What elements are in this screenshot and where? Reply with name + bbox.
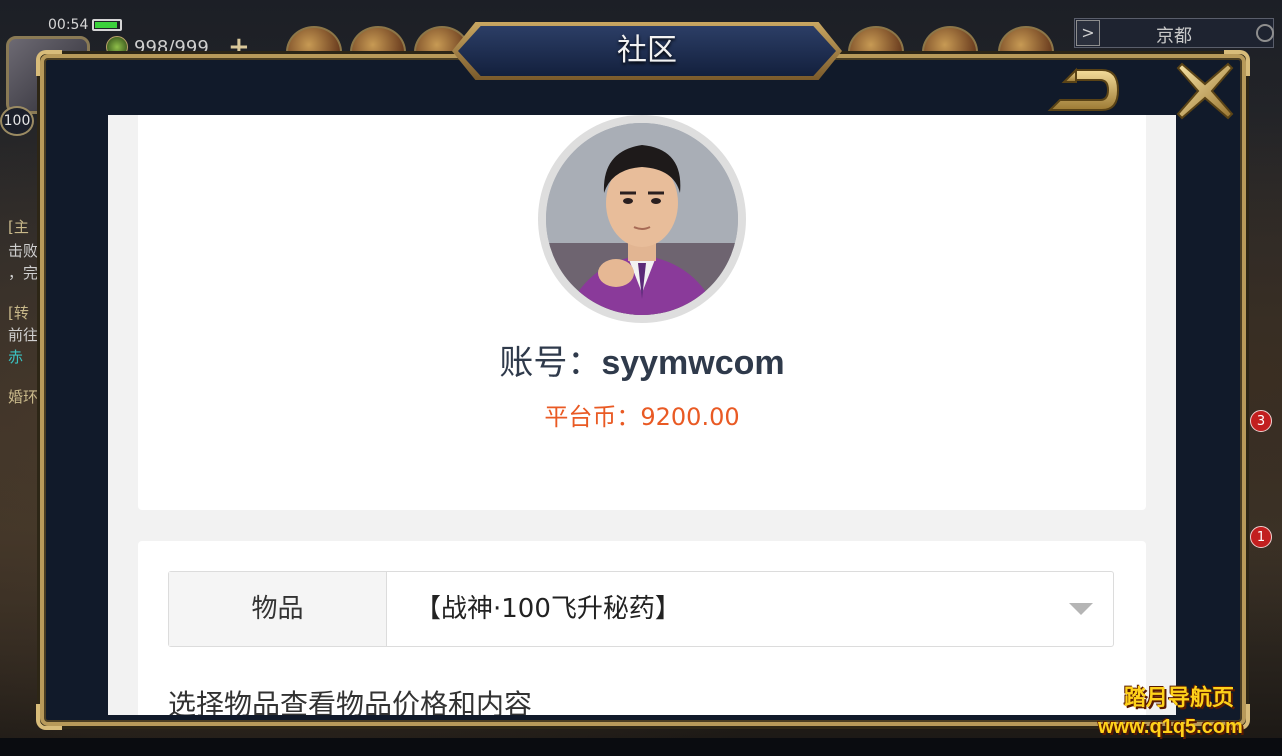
profile-card: 账号：syymwcom 平台币：9200.00: [138, 115, 1146, 510]
coins-label: 平台币：: [544, 403, 641, 431]
item-dropdown-value: 【战神·100飞升秘药】: [415, 594, 681, 624]
item-select-row: 物品 【战神·100飞升秘药】: [168, 571, 1114, 647]
item-dropdown[interactable]: 【战神·100飞升秘药】: [387, 572, 1113, 646]
community-webview: 账号：syymwcom 平台币：9200.00 物品 【战神·100飞升秘药】 …: [108, 115, 1176, 715]
quest-text: [转: [8, 304, 29, 322]
avatar-photo: [546, 123, 738, 315]
account-line: 账号：syymwcom: [138, 335, 1146, 384]
player-level-badge: 100: [0, 106, 34, 136]
item-select-label: 物品: [169, 572, 387, 646]
account-label: 账号：: [499, 343, 602, 383]
chevron-down-icon: [1069, 603, 1093, 615]
account-value: syymwcom: [601, 344, 785, 382]
watermark-text: 踏月导航页: [1124, 686, 1235, 711]
frame-corner: [36, 704, 62, 730]
coins-value: 9200.00: [640, 403, 740, 431]
city-expand-button[interactable]: >: [1076, 20, 1100, 46]
bottom-bar: [0, 738, 1282, 756]
close-x-icon[interactable]: [1174, 60, 1236, 122]
watermark-url: www.q1q5.com: [1098, 716, 1243, 738]
city-name: 京都: [1156, 26, 1192, 47]
quest-text: ，完: [8, 264, 39, 282]
item-hint-text: 选择物品查看物品价格和内容: [168, 688, 533, 715]
quest-text: 击败: [8, 242, 39, 260]
frame-corner: [36, 50, 62, 76]
search-icon[interactable]: [1256, 24, 1274, 42]
quest-text: 前往: [8, 326, 39, 344]
modal-title: 社区: [617, 33, 677, 68]
notification-badge: 3: [1250, 410, 1272, 432]
item-card: 物品 【战神·100飞升秘药】 选择物品查看物品价格和内容: [138, 541, 1146, 715]
status-time: 00:54: [48, 17, 89, 33]
quest-text: [主: [8, 218, 29, 236]
platform-coins-line: 平台币：9200.00: [138, 397, 1146, 432]
avatar: [538, 115, 746, 323]
battery-icon: [92, 19, 122, 31]
quest-text: 赤: [8, 348, 24, 366]
back-arrow-icon[interactable]: [1046, 66, 1120, 118]
notification-badge: 1: [1250, 526, 1272, 548]
quest-text: 婚环: [8, 388, 39, 406]
